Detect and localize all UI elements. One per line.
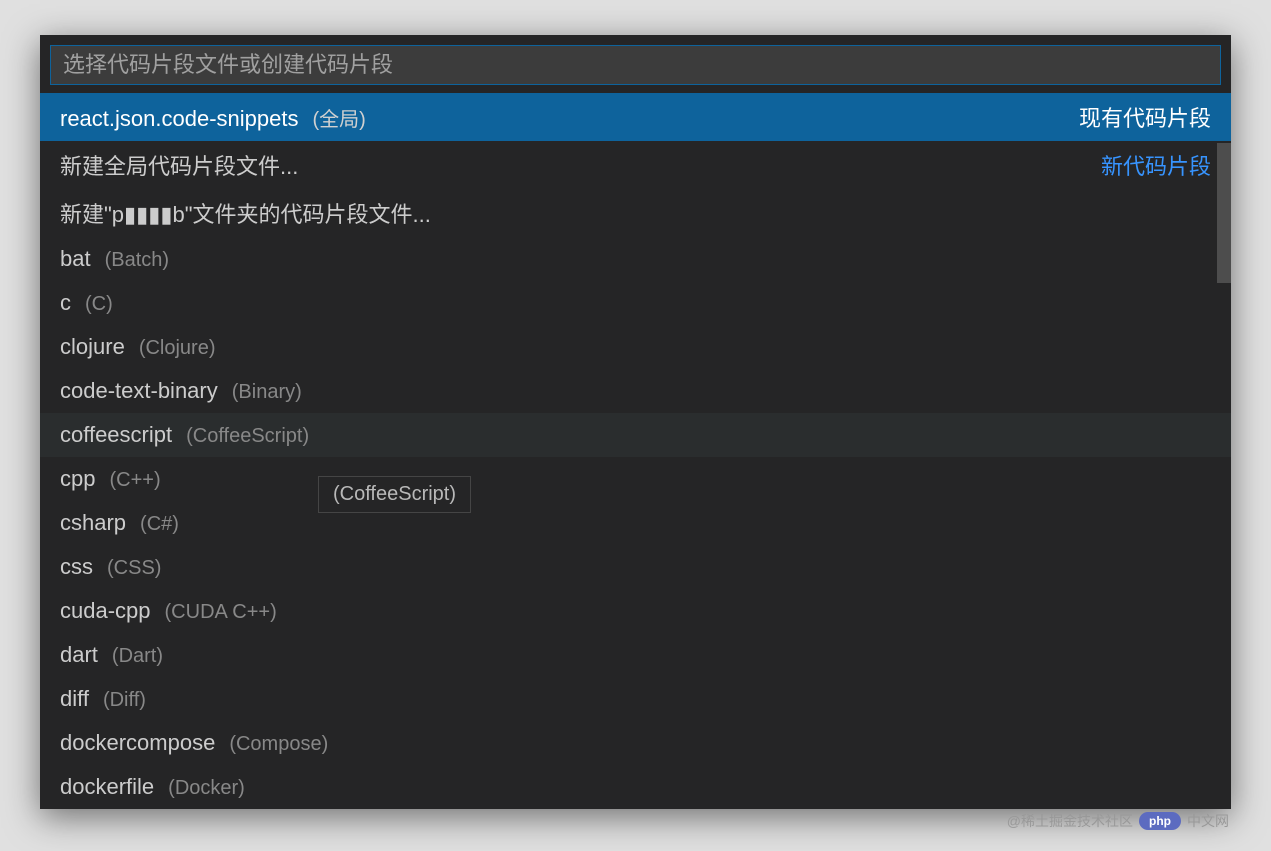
list-item-desc: (Diff) [103, 689, 146, 712]
list-item-left: csharp (C#) [60, 510, 179, 536]
search-input[interactable] [50, 45, 1221, 85]
list-item-name: coffeescript [60, 422, 172, 448]
list-item-left: 新建全局代码片段文件... [60, 149, 298, 181]
list-item-name: c [60, 290, 71, 316]
list-item-left: css (CSS) [60, 554, 161, 580]
list-item[interactable]: css (CSS) [40, 545, 1231, 589]
watermark-text-2: 中文网 [1187, 811, 1229, 831]
list-item-left: clojure (Clojure) [60, 334, 216, 360]
snippet-list: react.json.code-snippets (全局) 现有代码片段新建全局代码… [40, 93, 1231, 809]
watermark-text: @稀土掘金技术社区 [1007, 811, 1133, 831]
list-item[interactable]: 新建全局代码片段文件... 新代码片段 [40, 141, 1231, 189]
list-item-name: csharp [60, 510, 126, 536]
php-badge: php [1139, 812, 1181, 830]
list-item-desc: (Dart) [112, 645, 163, 668]
list-item-desc: (C#) [140, 513, 179, 536]
list-item-left: bat (Batch) [60, 246, 169, 272]
group-label: 新代码片段 [1101, 149, 1211, 181]
scrollbar-thumb[interactable] [1217, 143, 1231, 283]
list-item-left: diff (Diff) [60, 686, 146, 712]
list-item-desc: (CUDA C++) [165, 601, 277, 624]
list-item-desc: (C++) [109, 469, 160, 492]
list-item-left: coffeescript (CoffeeScript) [60, 422, 309, 448]
list-item-name: dart [60, 642, 98, 668]
list-item-name: 新建"p▮▮▮▮b"文件夹的代码片段文件... [60, 197, 431, 229]
list-item[interactable]: cpp (C++) [40, 457, 1231, 501]
list-item[interactable]: dockercompose (Compose) [40, 721, 1231, 765]
list-item-desc: (Batch) [105, 249, 169, 272]
list-item-name: react.json.code-snippets [60, 106, 298, 132]
quickpick-panel: react.json.code-snippets (全局) 现有代码片段新建全局代码… [40, 35, 1231, 809]
list-item-name: cuda-cpp [60, 598, 151, 624]
list-item-left: c (C) [60, 290, 113, 316]
list-item-desc: (Compose) [229, 733, 328, 756]
list-item-left: 新建"p▮▮▮▮b"文件夹的代码片段文件... [60, 197, 431, 229]
list-item-left: dart (Dart) [60, 642, 163, 668]
list-item-left: react.json.code-snippets (全局) [60, 103, 366, 132]
list-item[interactable]: code-text-binary (Binary) [40, 369, 1231, 413]
list-item-name: cpp [60, 466, 95, 492]
list-item-left: dockercompose (Compose) [60, 730, 328, 756]
list-item-name: clojure [60, 334, 125, 360]
list-item[interactable]: react.json.code-snippets (全局) 现有代码片段 [40, 93, 1231, 141]
group-label: 现有代码片段 [1079, 101, 1211, 133]
list-item-left: cuda-cpp (CUDA C++) [60, 598, 277, 624]
list-item-desc: (Docker) [168, 777, 245, 800]
list-item[interactable]: dockerfile (Docker) [40, 765, 1231, 809]
list-item[interactable]: cuda-cpp (CUDA C++) [40, 589, 1231, 633]
list-item-desc: (全局) [312, 103, 365, 132]
list-item-desc: (Clojure) [139, 337, 216, 360]
list-item[interactable]: dart (Dart) [40, 633, 1231, 677]
watermark: @稀土掘金技术社区 php 中文网 [1007, 811, 1229, 831]
list-item-desc: (Binary) [232, 381, 302, 404]
list-item-left: cpp (C++) [60, 466, 161, 492]
list-item-name: code-text-binary [60, 378, 218, 404]
list-item[interactable]: bat (Batch) [40, 237, 1231, 281]
list-item-left: code-text-binary (Binary) [60, 378, 302, 404]
list-item-name: bat [60, 246, 91, 272]
list-item-desc: (CSS) [107, 557, 161, 580]
list-item-desc: (CoffeeScript) [186, 425, 309, 448]
search-input-wrapper [40, 35, 1231, 93]
list-item[interactable]: coffeescript (CoffeeScript) [40, 413, 1231, 457]
list-item-name: 新建全局代码片段文件... [60, 149, 298, 181]
list-item[interactable]: diff (Diff) [40, 677, 1231, 721]
list-item-name: dockerfile [60, 774, 154, 800]
list-item-desc: (C) [85, 293, 113, 316]
list-item-name: diff [60, 686, 89, 712]
list-item[interactable]: 新建"p▮▮▮▮b"文件夹的代码片段文件... [40, 189, 1231, 237]
list-item[interactable]: csharp (C#) [40, 501, 1231, 545]
list-item-name: dockercompose [60, 730, 215, 756]
list-item-left: dockerfile (Docker) [60, 774, 245, 800]
list-item[interactable]: clojure (Clojure) [40, 325, 1231, 369]
list-item-name: css [60, 554, 93, 580]
list-item[interactable]: c (C) [40, 281, 1231, 325]
